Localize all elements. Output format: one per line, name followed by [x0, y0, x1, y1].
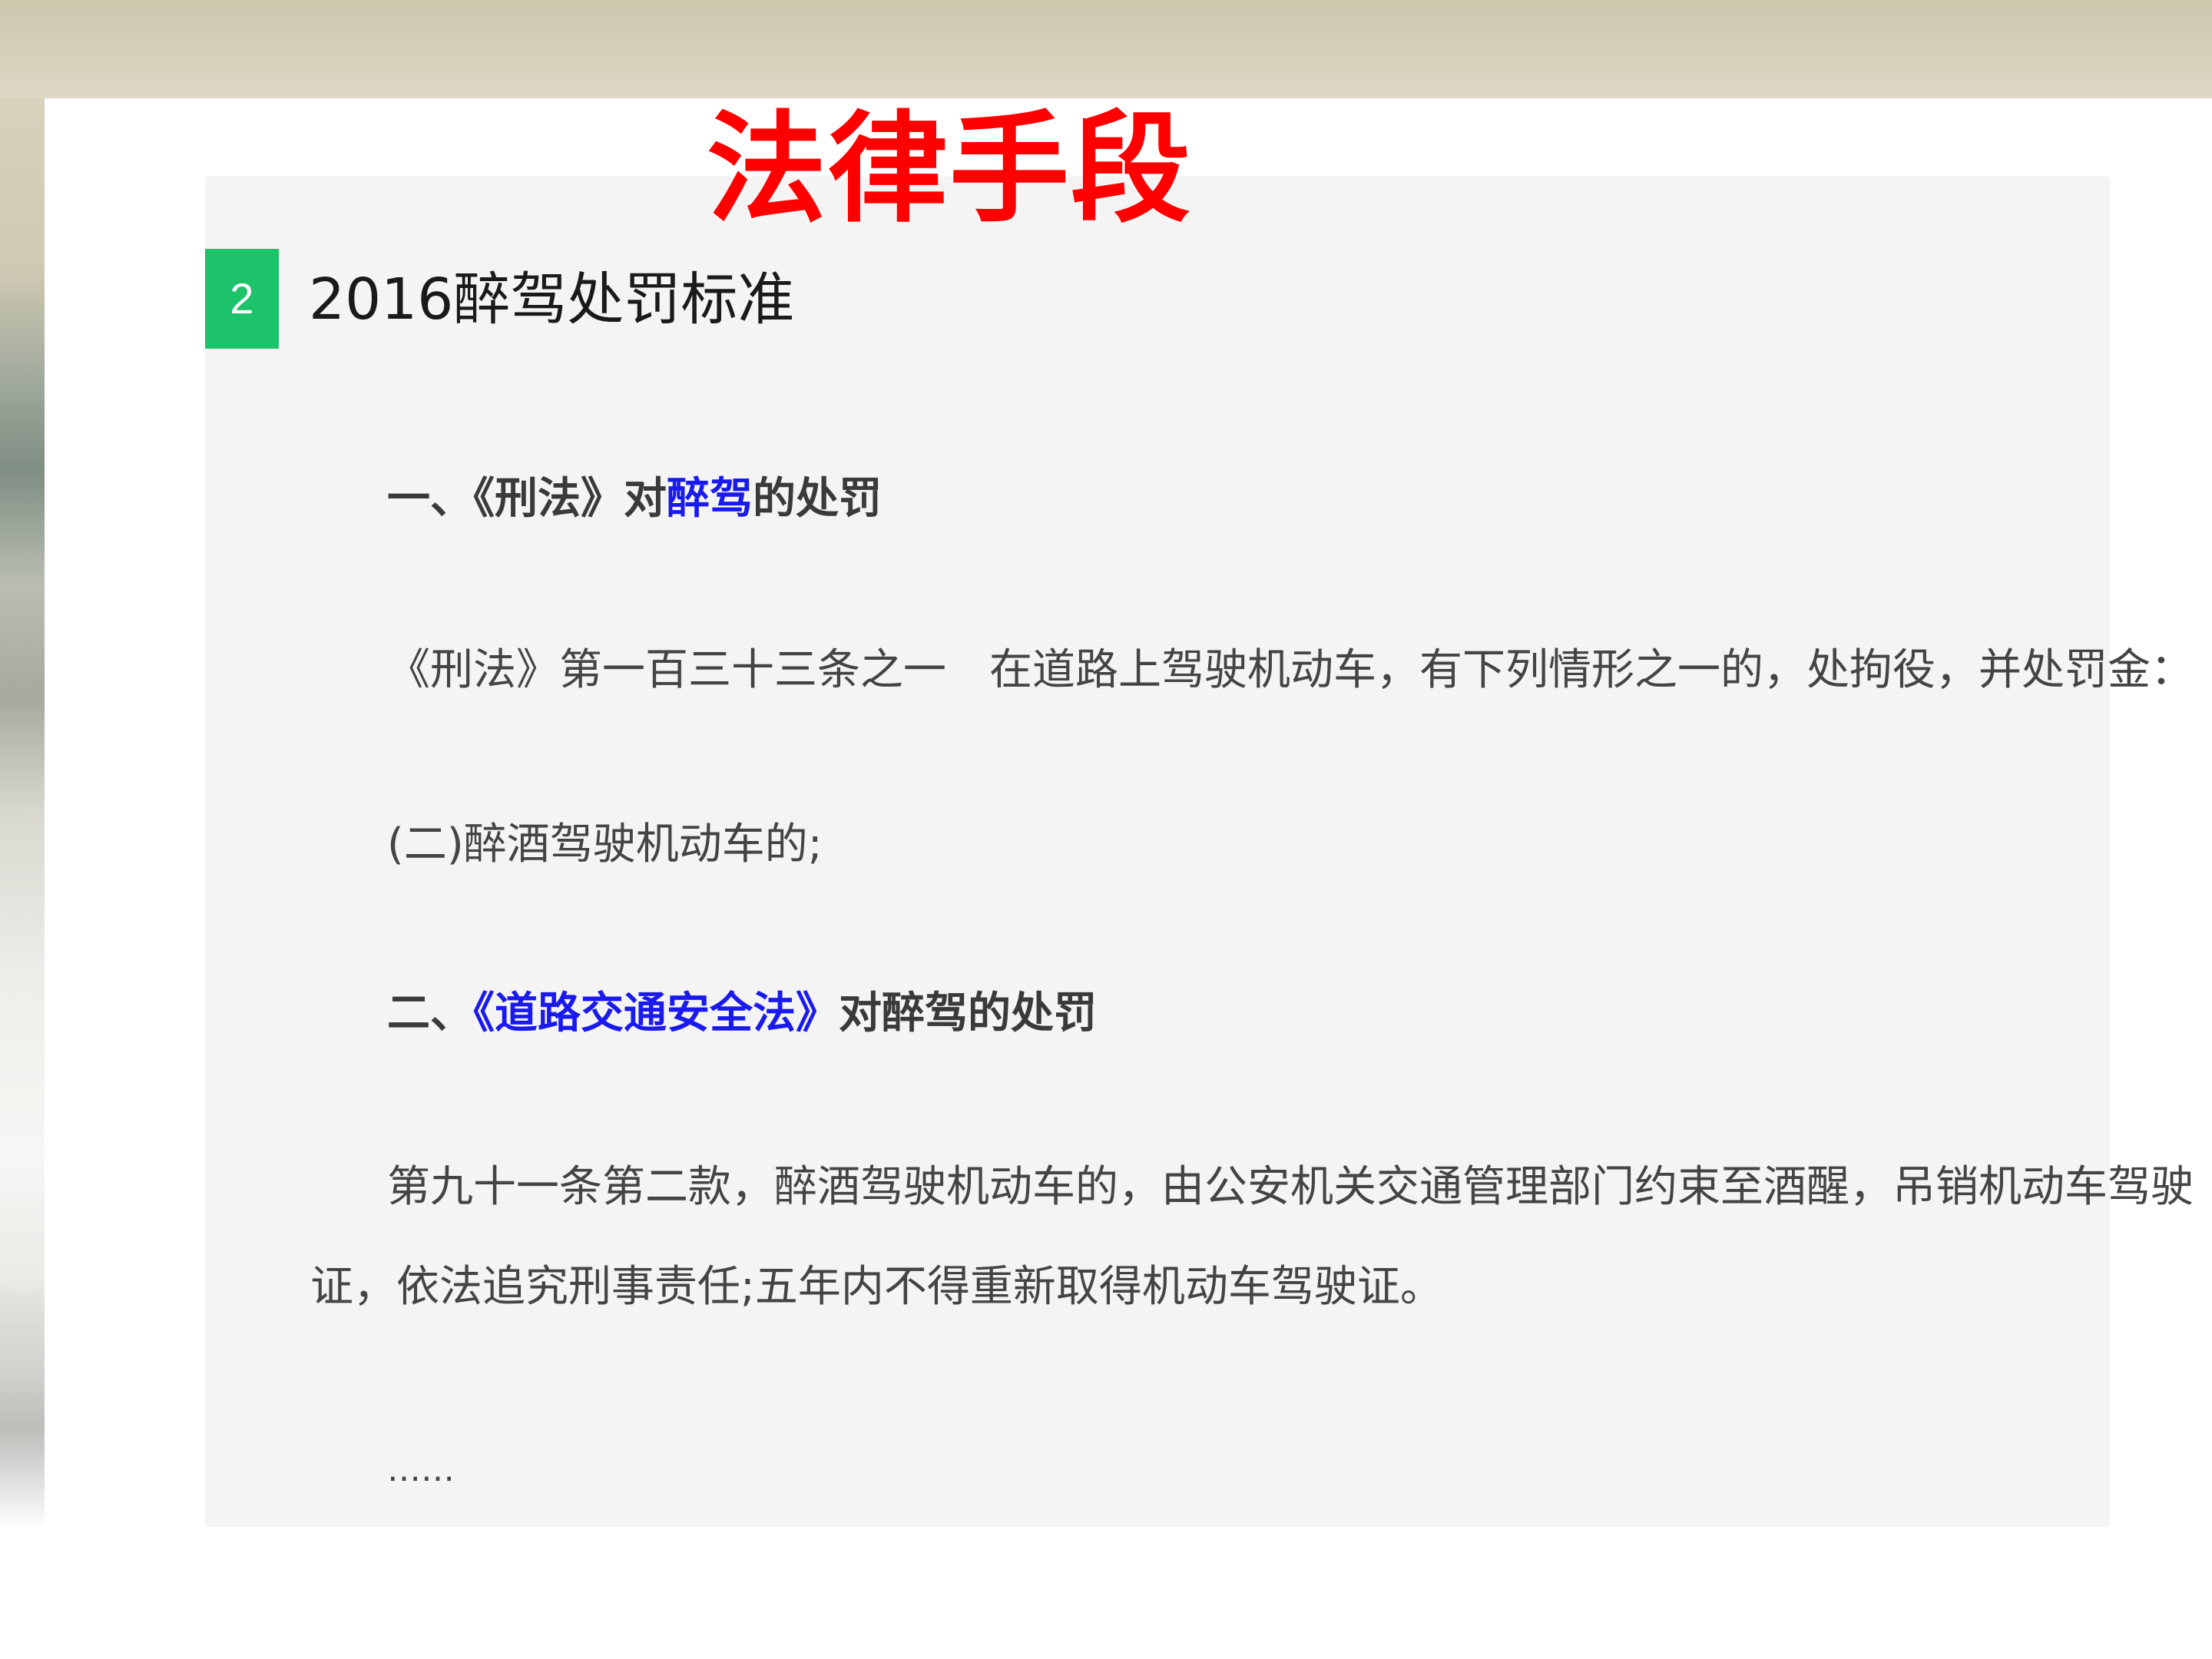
section-heading-prefix: 一、《刑法》对: [387, 474, 667, 524]
paragraph-article-91-line2: 证，依法追究刑事责任;五年内不得重新取得机动车驾驶证。: [310, 1262, 1443, 1312]
section-heading-suffix: 对醉驾的处罚: [839, 988, 1097, 1038]
section-heading-criminal-law: 一、《刑法》对醉驾的处罚: [387, 469, 882, 530]
section-heading-road-traffic-law: 二、《道路交通安全法》对醉驾的处罚: [387, 983, 1097, 1045]
slide-title: 法律手段: [707, 98, 1192, 239]
paragraph-article-91-line1: 第九十一条第二款，醉酒驾驶机动车的，由公安机关交通管理部门约束至酒醒，吊销机动车…: [387, 1162, 2194, 1212]
ellipsis: ……: [387, 1450, 455, 1489]
paragraph-drunk-driving-clause: (二)醉酒驾驶机动车的;: [387, 820, 823, 869]
paragraph-criminal-law-article: 《刑法》第一百三十三条之一 在道路上驾驶机动车，有下列情形之一的，处拘役，并处罚…: [387, 645, 2194, 695]
top-decorative-band: [0, 0, 2212, 98]
section-heading-prefix: 二、: [387, 988, 473, 1038]
section-heading-suffix: 的处罚: [753, 474, 882, 524]
left-strip-shade: [0, 1275, 45, 1528]
road-traffic-safety-law-link[interactable]: 《道路交通安全法》: [473, 988, 839, 1038]
step-heading: 2016醉驾处罚标准: [309, 267, 795, 333]
drunk-driving-link[interactable]: 醉驾: [667, 474, 753, 524]
step-number-badge: 2: [205, 249, 279, 349]
